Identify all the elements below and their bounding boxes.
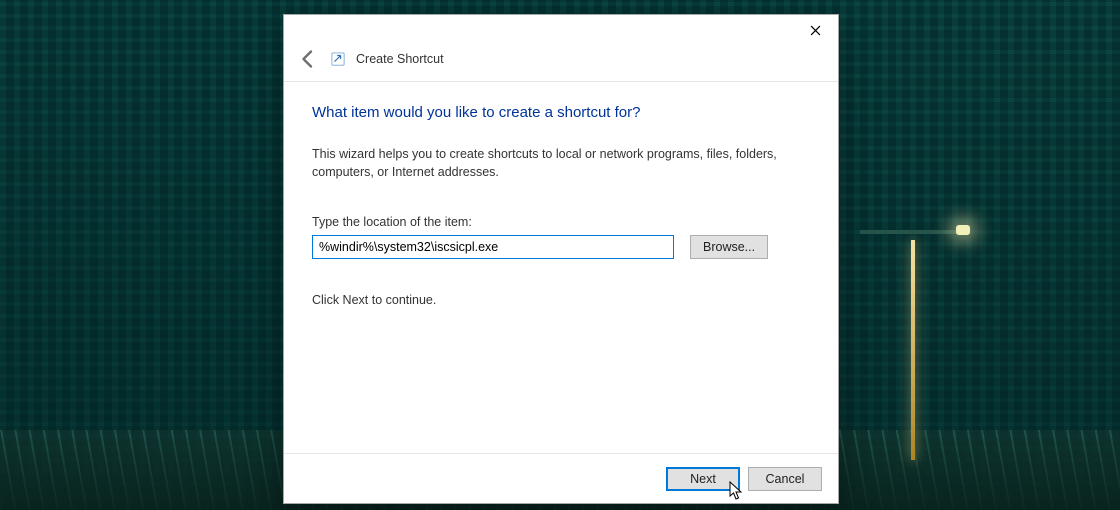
location-input[interactable] [312,235,674,259]
dialog-content: What item would you like to create a sho… [284,82,838,453]
hint-text: Click Next to continue. [312,293,810,307]
create-shortcut-dialog: Create Shortcut What item would you like… [283,14,839,504]
wallpaper-decoration [860,230,970,234]
description-text: This wizard helps you to create shortcut… [312,145,782,181]
page-heading: What item would you like to create a sho… [312,104,810,121]
wallpaper-decoration [956,225,970,235]
titlebar [284,15,838,45]
wallpaper-decoration [911,240,915,460]
dialog-footer: Next Cancel [284,453,838,503]
location-label: Type the location of the item: [312,215,810,229]
close-button[interactable] [792,15,838,45]
arrow-left-icon [296,47,320,71]
dialog-title: Create Shortcut [356,52,444,66]
shortcut-icon [330,51,346,67]
browse-button[interactable]: Browse... [690,235,768,259]
cancel-button[interactable]: Cancel [748,467,822,491]
location-row: Browse... [312,235,810,259]
back-button[interactable] [296,47,320,71]
dialog-header: Create Shortcut [284,45,838,82]
close-icon [810,25,821,36]
next-button[interactable]: Next [666,467,740,491]
